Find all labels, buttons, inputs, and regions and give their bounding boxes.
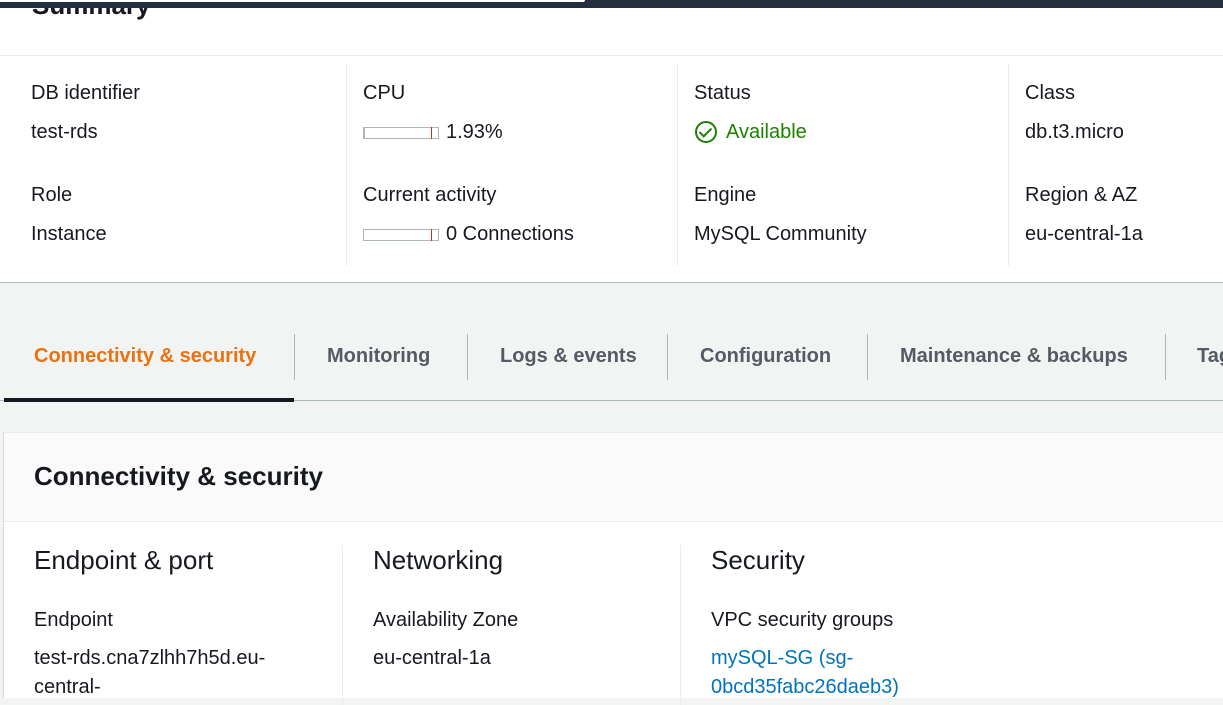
connectivity-title: Connectivity & security: [34, 461, 323, 491]
role-value: Instance: [31, 223, 107, 245]
cpu-label: CPU: [363, 82, 406, 104]
db-identifier-value: test-rds: [31, 121, 98, 143]
vpc-security-groups-label: VPC security groups: [711, 609, 894, 631]
summary-column-class: Class db.t3.micro Region & AZ eu-central…: [1008, 64, 1223, 266]
current-activity-label: Current activity: [363, 184, 497, 206]
summary-panel: Summary DB identifier test-rds Role Inst…: [0, 8, 1223, 283]
detail-tabs: Connectivity & security Monitoring Logs …: [0, 312, 1223, 402]
active-tab-indicator: [4, 398, 294, 402]
endpoint-port-section: Endpoint & port Endpoint test-rds.cna7zl…: [4, 545, 342, 705]
tab-separator: [667, 334, 668, 380]
class-label: Class: [1025, 82, 1076, 104]
vpc-security-group-link-line2[interactable]: 0bcd35fabc26daeb3): [711, 676, 899, 699]
security-title: Security: [711, 545, 805, 575]
tab-separator: [867, 334, 868, 380]
summary-title: Summary: [32, 8, 151, 21]
endpoint-value-line1: test-rds.cna7zlhh7h5d.eu-: [34, 647, 266, 669]
cpu-value: 1.93%: [446, 121, 503, 143]
availability-zone-label: Availability Zone: [373, 609, 519, 631]
summary-column-cpu: CPU 1.93% Current activity 0 Connections: [346, 64, 678, 266]
status-value: Available: [726, 121, 807, 143]
tab-separator: [467, 334, 468, 380]
connections-bar: [363, 229, 439, 241]
endpoint-label: Endpoint: [34, 609, 113, 631]
connections-threshold-marker: [431, 229, 432, 241]
cpu-usage-fill: [364, 128, 366, 138]
tab-connectivity-security[interactable]: Connectivity & security: [34, 345, 256, 368]
region-az-value: eu-central-1a: [1025, 223, 1143, 245]
cpu-threshold-marker: [431, 127, 432, 139]
console-top-bar: [0, 0, 1223, 8]
summary-column-status: Status Available Engine MySQL Community: [677, 64, 1009, 266]
availability-zone-value: eu-central-1a: [373, 647, 491, 669]
region-az-label: Region & AZ: [1025, 184, 1138, 206]
tab-configuration[interactable]: Configuration: [700, 345, 831, 368]
top-bar-edge: [0, 0, 585, 2]
status-label: Status: [694, 82, 751, 104]
connectivity-header: Connectivity & security: [4, 433, 1223, 522]
role-label: Role: [31, 184, 73, 206]
summary-header: Summary: [0, 8, 1223, 56]
tab-separator: [294, 334, 295, 380]
db-identifier-label: DB identifier: [31, 82, 140, 104]
check-circle-icon: [695, 121, 717, 143]
security-section: Security VPC security groups mySQL-SG (s…: [680, 545, 1223, 705]
tab-separator: [1165, 334, 1166, 380]
connectivity-security-panel: Connectivity & security Endpoint & port …: [3, 432, 1223, 705]
connections-link[interactable]: 0 Connections: [446, 223, 574, 246]
cpu-usage-bar: [363, 127, 439, 139]
class-value: db.t3.micro: [1025, 121, 1124, 143]
engine-value: MySQL Community: [694, 223, 867, 245]
endpoint-port-title: Endpoint & port: [34, 545, 214, 575]
networking-section: Networking Availability Zone eu-central-…: [342, 545, 681, 705]
vpc-security-group-link-line1[interactable]: mySQL-SG (sg-: [711, 647, 853, 670]
engine-label: Engine: [694, 184, 757, 206]
networking-title: Networking: [373, 545, 504, 575]
tab-maintenance-backups[interactable]: Maintenance & backups: [900, 345, 1128, 368]
endpoint-value-line2: central-: [34, 676, 101, 698]
summary-column-identifier: DB identifier test-rds Role Instance: [0, 64, 346, 266]
tab-tags[interactable]: Tags: [1197, 345, 1223, 368]
tab-logs-events[interactable]: Logs & events: [500, 345, 637, 368]
tab-monitoring[interactable]: Monitoring: [327, 345, 430, 368]
